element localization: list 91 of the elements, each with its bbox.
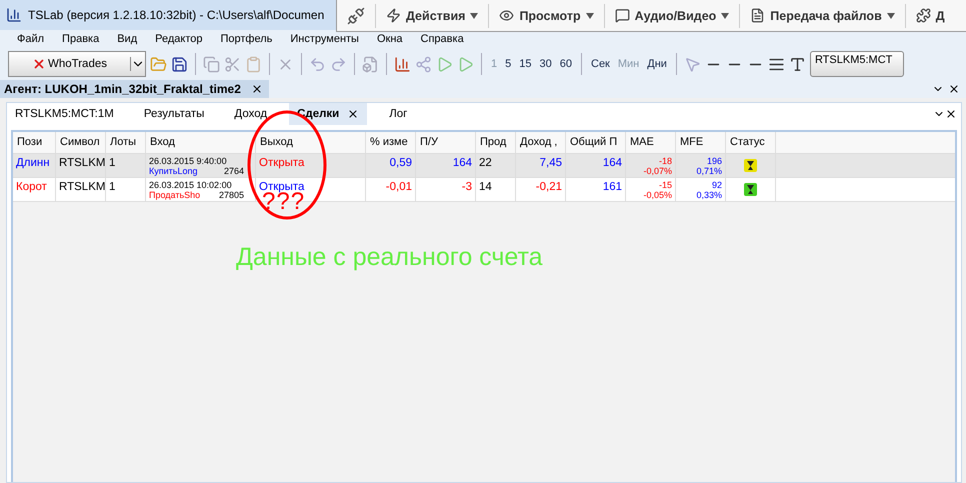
chat-icon xyxy=(614,8,630,23)
menu-item[interactable]: Инструменты xyxy=(281,33,368,45)
unit-button[interactable]: Сек xyxy=(589,58,612,70)
table-cell: 0,59 xyxy=(366,154,416,178)
table-cell: 164 xyxy=(566,154,626,178)
table-cell: 7,45 xyxy=(516,154,566,178)
close-icon[interactable] xyxy=(250,83,263,95)
column-header[interactable]: Пози xyxy=(13,132,56,154)
interval-button[interactable]: 60 xyxy=(558,58,574,70)
table-cell: 1 xyxy=(106,178,146,202)
table-cell: 164 xyxy=(416,154,476,178)
close-icon[interactable] xyxy=(945,108,957,120)
menu-item[interactable]: Редактор xyxy=(146,33,212,45)
interval-button[interactable]: 30 xyxy=(538,58,554,70)
remote-menu-button[interactable]: Просмотр xyxy=(488,4,604,28)
menu-item[interactable]: Вид xyxy=(108,33,146,45)
puzzle-icon xyxy=(916,8,931,23)
broker-dropdown[interactable]: WhoTrades xyxy=(8,51,146,77)
table-cell: RTSLKM xyxy=(56,154,106,178)
eye-icon xyxy=(499,8,514,23)
caret-icon xyxy=(470,12,478,18)
text-icon[interactable] xyxy=(788,56,806,72)
menu-item[interactable]: Правка xyxy=(53,33,108,45)
entry-date: 26.03.2015 9:40:00 xyxy=(149,156,228,166)
table-cell: -3 xyxy=(416,178,476,202)
remote-menu-button[interactable]: Передача файлов xyxy=(739,4,905,28)
interval-button[interactable]: 15 xyxy=(517,58,534,70)
remote-menu-button[interactable]: Д xyxy=(904,4,955,28)
chart-icon[interactable] xyxy=(394,56,411,72)
disconnected-icon xyxy=(32,57,46,71)
column-header[interactable]: Символ xyxy=(56,132,106,154)
agent-tab[interactable]: Агент: LUKOH_1min_32bit_Fraktal_time2 xyxy=(0,80,269,98)
table-cell: -0,01 xyxy=(366,178,416,202)
tab[interactable]: Лог xyxy=(381,103,416,125)
close-icon[interactable] xyxy=(948,83,960,95)
percent-text: 0,33% xyxy=(695,190,722,200)
menu-item[interactable]: Портфель xyxy=(211,33,282,45)
tab[interactable]: Результаты xyxy=(136,103,212,125)
tab[interactable]: Доход xyxy=(226,103,276,125)
percent-text: -0,05% xyxy=(642,190,672,200)
app-logo-icon xyxy=(6,7,22,23)
column-header[interactable]: Статус xyxy=(726,132,776,154)
column-header[interactable]: П/У xyxy=(416,132,476,154)
save-icon[interactable] xyxy=(171,56,188,72)
percent-text: 0,71% xyxy=(695,166,722,176)
window-title: TSLab (версия 1.2.18.10:32bit) - C:\Users\alf\Documen xyxy=(28,8,324,22)
tab[interactable]: RTSLKM5:MCT:1M xyxy=(7,103,122,125)
column-header[interactable]: Доход , xyxy=(516,132,566,154)
column-header[interactable]: Выход xyxy=(256,132,366,154)
value-text: 92 xyxy=(710,180,722,190)
value-text: 196 xyxy=(706,156,722,166)
entry-action: КупитьLong xyxy=(149,166,198,176)
symbol-dropdown[interactable]: RTSLKM5:MCT xyxy=(810,51,904,77)
caret-icon xyxy=(886,12,895,18)
value-text: -15 xyxy=(658,180,672,190)
table-cell: 22 xyxy=(476,154,516,178)
menu-item[interactable]: Справка xyxy=(412,33,473,45)
percent-text: -0,07% xyxy=(642,166,672,176)
table-cell: Длинн xyxy=(13,154,56,178)
table-cell: -0,21 xyxy=(516,178,566,202)
caret-icon xyxy=(721,12,730,18)
table-cell: RTSLKM xyxy=(56,178,106,202)
annotation-caption: Данные с реального счета xyxy=(236,243,543,272)
table-cell: 161 xyxy=(566,178,626,202)
column-header[interactable]: MFE xyxy=(676,132,726,154)
remote-menu-button[interactable]: Аудио/Видео xyxy=(604,4,740,28)
menu-item[interactable]: Файл xyxy=(8,33,54,45)
remote-menu-button[interactable]: Действия xyxy=(375,4,488,28)
table-cell: 14 xyxy=(476,178,516,202)
disconnect-icon[interactable] xyxy=(347,6,365,24)
column-header[interactable]: Общий П xyxy=(566,132,626,154)
table-cell: Корот xyxy=(13,178,56,202)
entry-price: 27805 xyxy=(218,190,244,200)
table-cell: Открыта xyxy=(256,154,366,178)
column-header[interactable]: Вход xyxy=(146,132,256,154)
value-text: -18 xyxy=(658,156,672,166)
column-header[interactable]: Лоты xyxy=(106,132,146,154)
table-cell: 1 xyxy=(106,154,146,178)
close-icon[interactable] xyxy=(347,108,360,120)
menu-item[interactable]: Окна xyxy=(368,33,412,45)
column-header[interactable]: Прод xyxy=(476,132,516,154)
document-icon xyxy=(750,8,766,23)
bolt-icon xyxy=(386,8,401,23)
caret-icon xyxy=(586,12,594,18)
interval-button[interactable]: 5 xyxy=(503,58,514,70)
entry-date: 26.03.2015 10:02:00 xyxy=(149,180,233,190)
entry-price: 2764 xyxy=(224,166,244,176)
entry-action: ПродатьSho xyxy=(149,190,200,200)
column-header[interactable]: % изме xyxy=(366,132,416,154)
unit-button[interactable]: Дни xyxy=(645,58,669,70)
column-header[interactable]: MAE xyxy=(626,132,676,154)
